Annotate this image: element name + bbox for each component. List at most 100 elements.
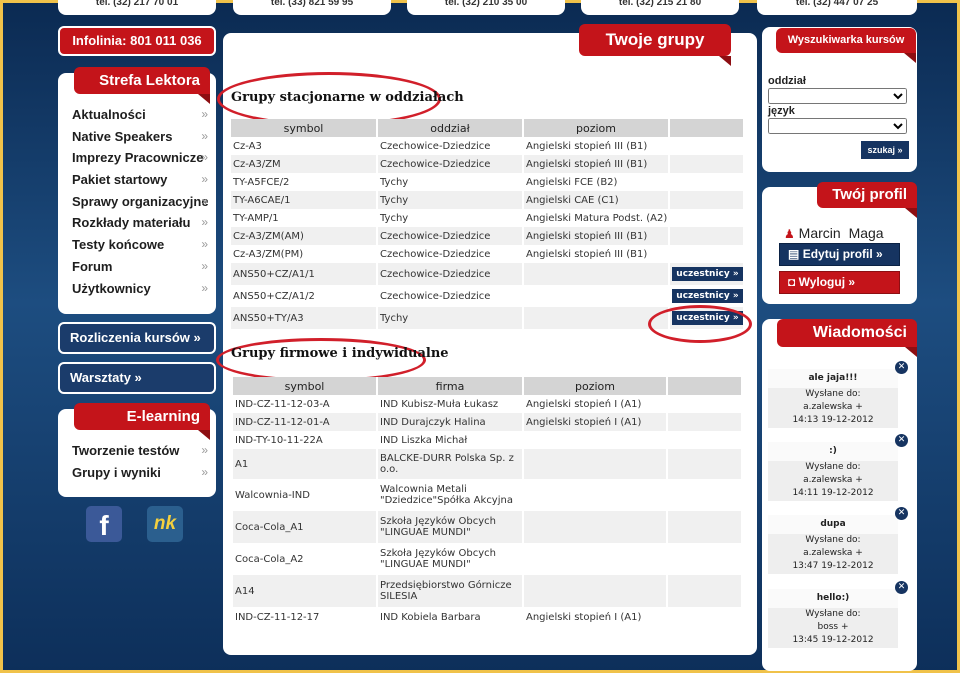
table-row: Cz-A3 Czechowice-Dziedzice Angielski stopi… (231, 137, 743, 155)
cell-actions (669, 227, 743, 245)
cell-actions: uczestnicy » (669, 263, 743, 285)
message-item[interactable]: ✕ ale jaja!!! Wysłane do: a.zalewska + 14:13… (768, 361, 908, 428)
warsztaty-button[interactable]: Warsztaty » (58, 362, 216, 394)
cell-poziom (523, 449, 668, 479)
language-select[interactable] (768, 118, 907, 134)
cell-poziom (523, 431, 668, 449)
column-header-poziom: poziom (523, 119, 670, 137)
cell-symbol: ANS50+CZ/A1/2 (231, 285, 378, 307)
chevron-right-icon: » (201, 193, 208, 208)
nav-item-grupy-wyniki[interactable]: Grupy i wyniki » (72, 462, 208, 484)
message-item[interactable]: ✕ dupa Wysłane do: a.zalewska + 13:47 19-12-… (768, 507, 908, 574)
nav-item-forum[interactable]: Forum » (72, 256, 208, 278)
cell-symbol: Coca-Cola_A1 (233, 511, 378, 543)
nav-item-aktualnosci[interactable]: Aktualności » (72, 104, 208, 126)
close-icon[interactable]: ✕ (895, 434, 908, 447)
nav-item-label: Użytkownicy (72, 280, 151, 296)
nav-item-label: Imprezy Pracownicze (72, 150, 204, 166)
nav-item-sprawy[interactable]: Sprawy organizacyjne» (72, 191, 208, 213)
nav-item-label: Grupy i wyniki (72, 464, 161, 480)
nav-item-label: Native Speakers (72, 128, 173, 144)
cell-oddzial: Czechowice-Dziedzice (377, 227, 524, 245)
cell-empty (667, 511, 741, 543)
nav-item-tworzenie-testow[interactable]: Tworzenie testów » (72, 440, 208, 462)
nav-item-rozklady[interactable]: Rozkłady materiału » (72, 212, 208, 234)
cell-symbol: ANS50+CZ/A1/1 (231, 263, 378, 285)
profile-panel: Twój profil ♟ Marcin Maga ▤ Edytuj profi… (762, 182, 917, 304)
stationary-title: Grupy stacjonarne w oddziałach (231, 90, 464, 105)
cell-oddzial: Czechowice-Dziedzice (377, 263, 524, 285)
phone-box-4: tel. (32) 215 21 80 (581, 0, 739, 15)
chevron-right-icon: » (201, 172, 208, 187)
rozliczenia-button[interactable]: Rozliczenia kursów » (58, 322, 216, 354)
nav-item-pakiet[interactable]: Pakiet startowy » (72, 169, 208, 191)
cell-firma: Szkoła Języków Obcych "LINGUAE MUNDI" (377, 511, 524, 543)
close-icon[interactable]: ✕ (895, 361, 908, 374)
nav-item-label: Pakiet startowy (72, 172, 168, 188)
cell-symbol: Cz-A3/ZM(AM) (231, 227, 378, 245)
chevron-right-icon: » (201, 443, 208, 457)
strefa-lektora-nav: Aktualności » Native Speakers » Imprezy Pr… (72, 104, 208, 299)
column-header-symbol: symbol (231, 119, 378, 137)
cell-oddzial: Tychy (377, 307, 524, 329)
table-header-row: symbol firma poziom (233, 377, 741, 395)
cell-symbol: IND-CZ-11-12-03-A (233, 395, 378, 413)
language-label: język (768, 105, 795, 117)
course-search-panel: Wyszukiwarka kursów oddział język szukaj… (762, 27, 917, 172)
cell-oddzial: Czechowice-Dziedzice (377, 155, 524, 173)
nav-item-imprezy[interactable]: Imprezy Pracownicze» (72, 147, 208, 169)
cell-actions: uczestnicy » (669, 285, 743, 307)
chevron-right-icon: » (201, 107, 208, 121)
edit-icon: ▤ (788, 247, 800, 261)
phone-box-3: tel. (32) 210 35 00 (407, 0, 565, 15)
table-row: A1 BALCKE-DURR Polska Sp. z o.o. (233, 449, 741, 479)
nav-item-uzytkownicy[interactable]: Użytkownicy » (72, 278, 208, 300)
message-item[interactable]: ✕ hello:) Wysłane do: boss + 13:45 19-12-201… (768, 581, 908, 648)
message-recipient: boss + (817, 622, 849, 632)
user-icon: ♟ (784, 227, 795, 241)
cell-oddzial: Tychy (377, 173, 524, 191)
column-header-actions (667, 377, 741, 395)
participants-button[interactable]: uczestnicy » (672, 267, 743, 281)
cell-empty (667, 395, 741, 413)
cell-empty (667, 431, 741, 449)
nk-icon[interactable]: nk (147, 506, 183, 542)
nav-item-testy[interactable]: Testy końcowe » (72, 234, 208, 256)
message-item[interactable]: ✕:) Wysłane do: a.zalewska + 14:11 19-12-20… (768, 434, 908, 501)
last-name: Maga (848, 225, 884, 241)
facebook-icon[interactable]: f (86, 506, 122, 542)
cell-poziom: Angielski stopień I (A1) (523, 395, 668, 413)
table-row: IND-TY-10-11-22A IND Liszka Michał (233, 431, 741, 449)
column-header-oddzial: oddział (377, 119, 524, 137)
search-button[interactable]: szukaj » (861, 141, 909, 159)
first-name: Marcin (798, 225, 841, 241)
nav-item-native-speakers[interactable]: Native Speakers » (72, 126, 208, 148)
elearning-panel: E-learning Tworzenie testów » Grupy i wyn… (58, 403, 216, 497)
cell-poziom (523, 543, 668, 575)
branch-label: oddział (768, 75, 806, 87)
cell-poziom: Angielski stopień I (A1) (523, 607, 668, 627)
close-icon[interactable]: ✕ (895, 507, 908, 520)
cell-empty (667, 607, 741, 627)
branch-select[interactable] (768, 88, 907, 104)
strefa-lektora-panel: Strefa Lektora Aktualności » Native Speak… (58, 67, 216, 314)
participants-button[interactable]: uczestnicy » (672, 289, 743, 303)
nav-item-label: Forum (72, 258, 113, 274)
stationary-groups-table: symbol oddział poziom Cz-A3 Czechowice-Dz… (231, 119, 743, 329)
phone-box-2: tel. (33) 821 59 95 (233, 0, 391, 15)
table-row: Coca-Cola_A2 Szkoła Języków Obcych "LINGU… (233, 543, 741, 575)
nav-item-label: Tworzenie testów (72, 443, 180, 458)
message-text: dupa (768, 515, 898, 534)
column-header-symbol: symbol (233, 377, 378, 395)
message-text: hello:) (768, 589, 898, 608)
logout-button[interactable]: ◘ Wyloguj » (779, 271, 900, 294)
phone-box-5: tel. (32) 447 07 25 (757, 0, 917, 15)
close-icon[interactable]: ✕ (895, 581, 908, 594)
cell-poziom: Angielski stopień III (B1) (523, 155, 670, 173)
cell-actions (669, 137, 743, 155)
message-date: 13:47 19-12-2012 (792, 561, 874, 571)
edit-profile-button[interactable]: ▤ Edytuj profil » (779, 243, 900, 266)
cell-poziom (523, 575, 668, 607)
chevron-right-icon: » (201, 280, 208, 295)
cell-firma: Szkoła Języków Obcych "LINGUAE MUNDI" (377, 543, 524, 575)
